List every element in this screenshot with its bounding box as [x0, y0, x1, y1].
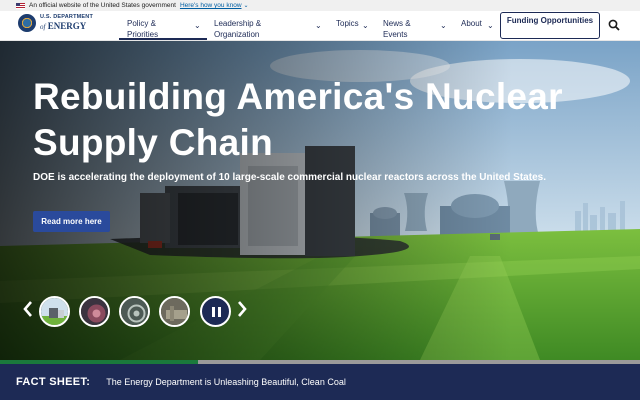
- nav-about[interactable]: About ⌄: [461, 18, 495, 40]
- next-slide-icon[interactable]: [235, 299, 249, 319]
- slide-thumbnail-4[interactable]: [159, 296, 190, 327]
- doe-logo[interactable]: U.S. DEPARTMENT of ENERGY: [18, 14, 93, 32]
- hero-carousel: Rebuilding America's Nuclear Supply Chai…: [0, 41, 640, 360]
- hero-subtitle: DOE is accelerating the deployment of 10…: [33, 172, 546, 183]
- fact-sheet-text[interactable]: The Energy Department is Unleashing Beau…: [106, 377, 346, 387]
- chevron-down-icon: ⌄: [243, 3, 249, 9]
- nav-label: News & Events: [383, 19, 411, 39]
- fact-sheet-label: FACT SHEET:: [16, 376, 91, 388]
- read-more-button[interactable]: Read more here: [33, 211, 110, 232]
- search-icon[interactable]: [608, 19, 620, 31]
- hero-title: Rebuilding America's Nuclear Supply Chai…: [33, 76, 563, 163]
- pause-carousel-button[interactable]: [200, 296, 231, 327]
- chevron-down-icon: ⌄: [362, 21, 369, 30]
- slide-thumbnail-3[interactable]: [119, 296, 150, 327]
- nav-label: About: [461, 19, 482, 28]
- slide-thumbnail-2[interactable]: [79, 296, 110, 327]
- logo-line-2: ENERGY: [47, 20, 87, 31]
- chevron-down-icon: ⌄: [487, 21, 494, 30]
- official-site-banner: An official website of the United States…: [0, 0, 640, 11]
- us-flag-icon: [16, 2, 25, 9]
- previous-slide-icon[interactable]: [21, 299, 35, 319]
- chevron-down-icon: ⌄: [440, 21, 447, 30]
- fact-sheet-bar[interactable]: FACT SHEET: The Energy Department is Unl…: [0, 364, 640, 400]
- slide-thumbnail-1[interactable]: [39, 296, 70, 327]
- banner-text: An official website of the United States…: [29, 2, 176, 9]
- doe-seal-icon: [18, 14, 36, 32]
- nav-leadership-organization[interactable]: Leadership & Organization ⌄: [214, 18, 324, 40]
- nav-label: Leadership & Organization: [214, 19, 262, 39]
- funding-opportunities-button[interactable]: Funding Opportunities: [500, 12, 600, 39]
- nav-policy-priorities[interactable]: Policy & Priorities ⌄: [119, 18, 207, 40]
- chevron-down-icon: ⌄: [194, 21, 201, 30]
- nav-news-events[interactable]: News & Events ⌄: [383, 18, 449, 40]
- logo-of: of: [40, 22, 46, 31]
- heres-how-you-know-link[interactable]: Here's how you know: [180, 2, 242, 9]
- nav-label: Topics: [336, 19, 359, 28]
- nav-label: Policy & Priorities: [127, 19, 159, 39]
- nav-topics[interactable]: Topics ⌄: [336, 18, 372, 40]
- chevron-down-icon: ⌄: [315, 21, 322, 30]
- site-header: U.S. DEPARTMENT of ENERGY Policy & Prior…: [0, 11, 640, 41]
